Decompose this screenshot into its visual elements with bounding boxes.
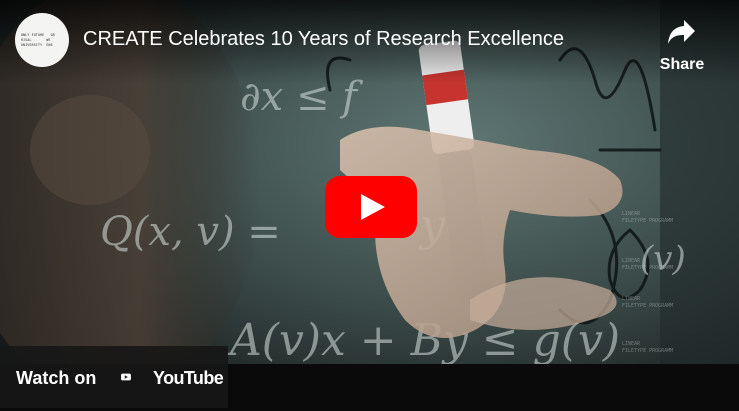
svg-text:FILETYPE PROGRAMM: FILETYPE PROGRAMM: [622, 348, 673, 354]
youtube-logo-icon: [121, 373, 131, 381]
video-title[interactable]: CREATE Celebrates 10 Years of Research E…: [83, 28, 564, 51]
svg-text:Q(x, v) =: Q(x, v) =: [100, 209, 281, 255]
watch-on-youtube-button[interactable]: Watch on YouTube: [0, 346, 228, 408]
svg-text:(v): (v): [640, 239, 686, 279]
svg-text:LINEAR: LINEAR: [622, 341, 641, 347]
share-button[interactable]: Share: [650, 14, 714, 76]
share-label: Share: [659, 56, 705, 73]
channel-logo-line-2: RIVAL WE: [21, 38, 51, 42]
watch-on-label: Watch on: [16, 368, 97, 388]
channel-logo-line-3: UNIVERSITY ENS: [21, 43, 53, 47]
youtube-wordmark: YouTube: [153, 368, 224, 388]
channel-logo-line-1: ONLY FUTURE OR: [21, 33, 55, 37]
video-player[interactable]: ∂x ≤ f Q(x, v) = A(v)x + By ≤ g(v) y (v)…: [0, 0, 739, 411]
svg-text:LINEAR: LINEAR: [622, 258, 641, 264]
svg-text:FILETYPE PROGRAMM: FILETYPE PROGRAMM: [622, 265, 673, 271]
svg-text:FILETYPE PROGRAMM: FILETYPE PROGRAMM: [622, 218, 673, 224]
svg-text:LINEAR: LINEAR: [622, 296, 641, 302]
share-arrow-icon: [668, 20, 695, 44]
play-icon: [325, 176, 417, 238]
play-button[interactable]: [325, 176, 417, 238]
svg-text:FILETYPE PROGRAMM: FILETYPE PROGRAMM: [622, 303, 673, 309]
channel-avatar[interactable]: ONLY FUTURE OR RIVAL WE UNIVERSITY ENS: [15, 13, 69, 67]
svg-text:LINEAR: LINEAR: [622, 211, 641, 217]
